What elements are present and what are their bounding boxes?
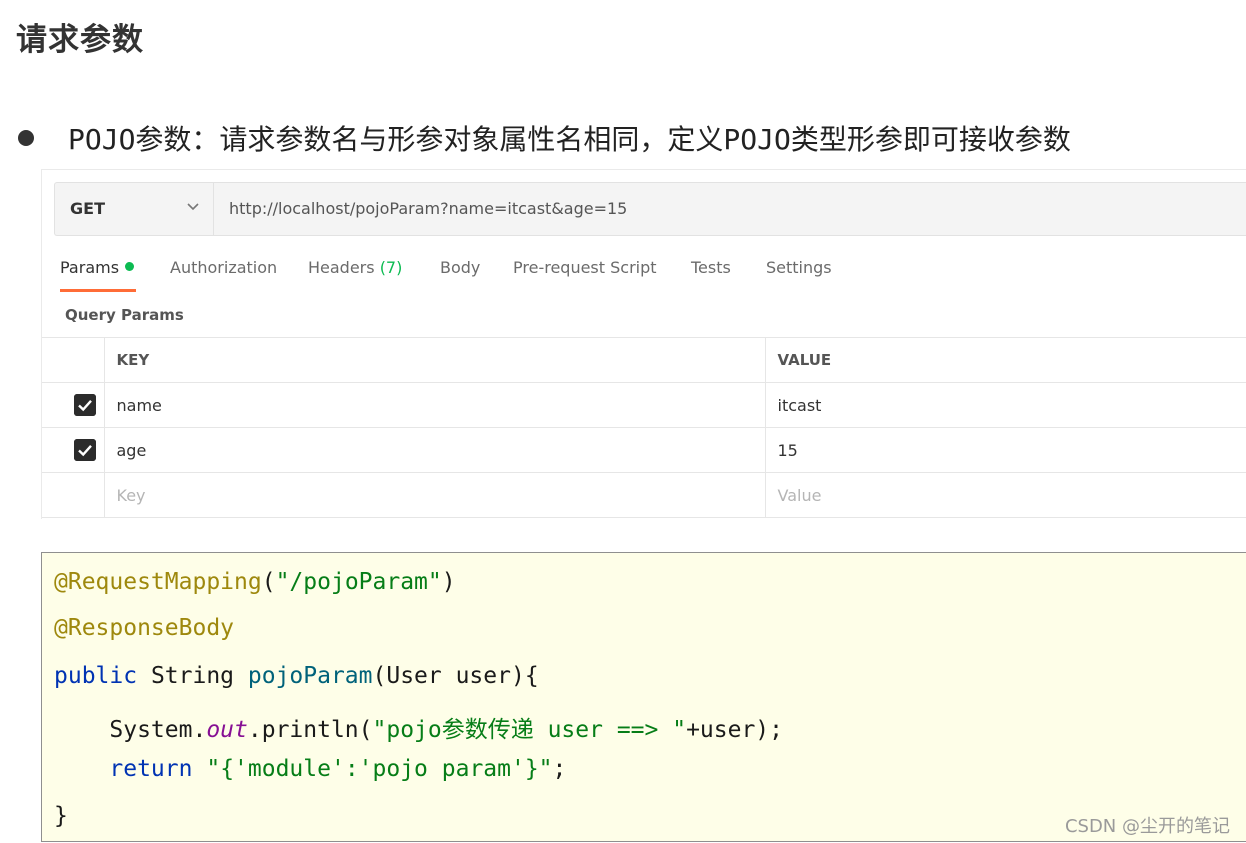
code-line-1: @RequestMapping("/pojoParam"): [54, 569, 456, 595]
param-value-cell[interactable]: itcast: [765, 382, 1246, 428]
code-system: System.: [54, 717, 207, 743]
code-line-4: System.out.println("pojo参数传递 user ==> "+…: [54, 710, 783, 744]
query-params-label: Query Params: [65, 306, 184, 324]
headers-count-badge: (7): [379, 258, 403, 277]
method-label: GET: [70, 199, 105, 218]
table-header-row: KEY VALUE: [42, 337, 1246, 383]
code-line-5: return "{'module':'pojo param'}";: [54, 756, 566, 782]
code-annotation: @RequestMapping: [54, 569, 262, 595]
table-row-placeholder: Key Value: [42, 472, 1246, 518]
chevron-down-icon: [187, 203, 199, 211]
code-string: "{'module':'pojo param'}": [206, 756, 553, 782]
checkbox-checked-icon[interactable]: [74, 394, 96, 416]
param-key-cell[interactable]: age: [104, 427, 766, 473]
checkbox-checked-icon[interactable]: [74, 439, 96, 461]
code-line-6: }: [54, 803, 68, 829]
code-paren-close: ): [441, 569, 456, 595]
code-println: .println(: [247, 717, 373, 743]
key-column-header: KEY: [104, 337, 766, 383]
code-string: "pojo参数传递 user ==> ": [372, 717, 687, 743]
code-block: @RequestMapping("/pojoParam") @ResponseB…: [41, 552, 1246, 842]
tab-params-label: Params: [60, 258, 120, 277]
checkbox-column-header: [42, 337, 105, 383]
postman-request-panel: GET http://localhost/pojoParam?name=itca…: [41, 169, 1246, 519]
row-checkbox-cell: [42, 382, 105, 428]
row-checkbox-cell: [42, 427, 105, 473]
value-placeholder-input[interactable]: Value: [765, 472, 1246, 518]
tab-headers-label: Headers: [308, 258, 375, 277]
method-select[interactable]: GET: [55, 183, 214, 235]
tab-headers[interactable]: Headers (7): [308, 258, 402, 277]
tab-authorization[interactable]: Authorization: [170, 258, 277, 277]
key-placeholder-input[interactable]: Key: [104, 472, 766, 518]
code-signature-rest: (User user){: [372, 663, 539, 689]
url-input[interactable]: http://localhost/pojoParam?name=itcast&a…: [229, 199, 627, 218]
table-row: name itcast: [42, 382, 1246, 428]
code-method-name: pojoParam: [247, 663, 373, 689]
watermark: CSDN @尘开的笔记: [1064, 816, 1230, 837]
code-statement-end: +user);: [686, 717, 783, 743]
bullet-text: POJO参数：请求参数名与形参对象属性名相同，定义POJO类型形参即可接收参数: [68, 123, 1071, 156]
code-line-2: @ResponseBody: [54, 615, 234, 641]
table-row: age 15: [42, 427, 1246, 473]
query-params-table: KEY VALUE name itcast age 15 Key Value: [42, 337, 1246, 518]
code-keyword: public: [54, 663, 138, 689]
tab-pre-request-script[interactable]: Pre-request Script: [513, 258, 657, 277]
tab-tests[interactable]: Tests: [691, 258, 731, 277]
param-key-cell[interactable]: name: [104, 382, 766, 428]
code-brace-close: }: [54, 803, 68, 829]
code-keyword: return: [109, 756, 193, 782]
request-bar: GET http://localhost/pojoParam?name=itca…: [54, 182, 1246, 236]
code-annotation: @ResponseBody: [54, 615, 235, 641]
tab-body[interactable]: Body: [440, 258, 480, 277]
tab-settings[interactable]: Settings: [766, 258, 832, 277]
code-field: out: [206, 717, 248, 743]
params-active-dot-icon: [125, 262, 135, 271]
active-tab-underline: [60, 289, 136, 292]
tab-params[interactable]: Params: [60, 258, 136, 292]
param-value-cell[interactable]: 15: [765, 427, 1246, 473]
code-string: "/pojoParam": [275, 569, 442, 595]
code-statement-end: ;: [552, 756, 567, 782]
code-line-3: public String pojoParam(User user){: [54, 663, 539, 689]
bullet-dot-icon: [18, 130, 34, 146]
value-column-header: VALUE: [765, 337, 1246, 383]
page-title: 请求参数: [16, 22, 144, 58]
code-paren-open: (: [261, 569, 276, 595]
code-type: String: [137, 663, 248, 689]
empty-checkbox-cell: [42, 472, 105, 518]
